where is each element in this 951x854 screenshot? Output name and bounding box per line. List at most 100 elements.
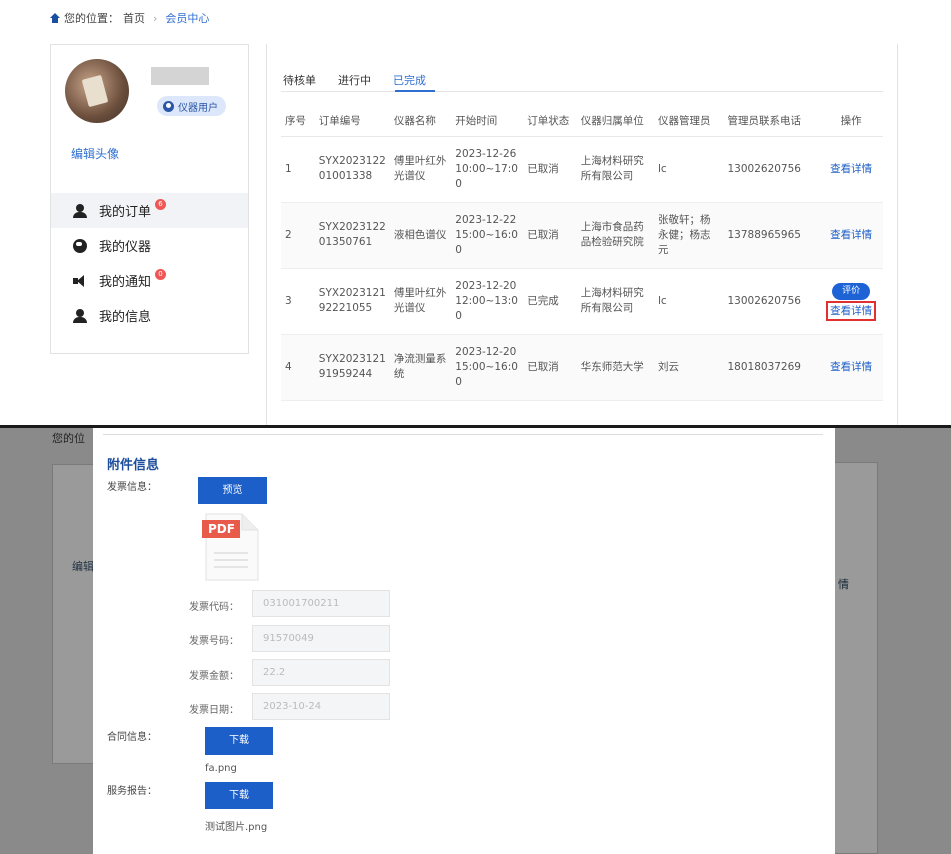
cell-status: 已完成 [523, 268, 577, 335]
sidebar-item-info[interactable]: 我的信息 [51, 298, 248, 333]
cell-order: SYX2023122 01350761 [314, 202, 390, 269]
col-header: 订单状态 [523, 106, 577, 137]
view-detail-link[interactable]: 查看详情 [830, 361, 872, 373]
preview-button[interactable]: 预览 [198, 477, 267, 504]
edit-avatar-link[interactable]: 编辑头像 [71, 145, 119, 162]
invoice-amount-label: 发票金额： [189, 671, 239, 682]
contract-file-name[interactable]: fa.png [205, 763, 237, 774]
speaker-icon [73, 274, 87, 288]
cell-actions: 查看详情 [819, 202, 883, 269]
col-header: 序号 [281, 106, 315, 137]
background-breadcrumb: 您的位 [52, 432, 85, 445]
invoice-code-label: 发票代码： [189, 602, 239, 613]
col-header: 开始时间 [451, 106, 524, 137]
cell-order: SYX2023122 01001338 [314, 136, 390, 203]
cell-phone: 13002620756 [723, 268, 820, 335]
table-row: 1 SYX2023122 01001338 傅里叶红外 光谱仪 2023-12-… [281, 136, 883, 203]
breadcrumb: 您的位置： 首页 › 会员中心 [50, 10, 209, 26]
chevron-right-icon: › [153, 11, 158, 25]
tab-pending[interactable]: 待核单 [283, 72, 316, 88]
role-badge: 仪器用户 [157, 96, 226, 116]
order-list-screen: 您的位置： 首页 › 会员中心 仪器用户 编辑头像 我的订单 6 我的仪器 我的… [0, 0, 951, 467]
cell-no: 4 [281, 334, 315, 401]
cell-phone: 13788965965 [723, 202, 820, 269]
cell-admin: lc [654, 136, 724, 203]
cell-phone: 18018037269 [723, 334, 820, 401]
cell-status: 已取消 [523, 202, 577, 269]
tab-completed[interactable]: 已完成 [393, 72, 426, 88]
col-header: 订单编号 [314, 106, 390, 137]
service-report-label: 服务报告： [107, 786, 157, 797]
tab-in-progress[interactable]: 进行中 [338, 72, 371, 88]
cell-time: 2023-12-26 10:00~17:0 0 [451, 136, 524, 203]
view-detail-link-highlighted[interactable]: 查看详情 [826, 301, 877, 321]
contract-download-button[interactable]: 下载 [205, 727, 273, 755]
user-icon [163, 100, 174, 112]
breadcrumb-home[interactable]: 首页 [123, 10, 145, 26]
evaluate-button[interactable]: 评价 [832, 283, 871, 300]
invoice-number-label: 发票号码： [189, 636, 239, 647]
breadcrumb-current: 会员中心 [165, 12, 210, 25]
col-header: 仪器管理员 [654, 106, 724, 137]
attachment-modal-screen: 您的位 编辑 情 附件信息 发票信息： 预览 PDF 发票代码： 0310017… [0, 428, 951, 854]
member-sidebar: 仪器用户 编辑头像 我的订单 6 我的仪器 我的通知 0 我的信息 [50, 44, 249, 354]
cell-instrument: 净流测量系 统 [389, 334, 452, 401]
modal-title: 附件信息 [107, 458, 160, 473]
cell-actions: 查看详情 [819, 136, 883, 203]
table-row: 3 SYX2023121 92221055 傅里叶红外 光谱仪 2023-12-… [281, 268, 883, 335]
cell-time: 2023-12-22 15:00~16:0 0 [451, 202, 524, 269]
invoice-number-field[interactable]: 91570049 [252, 625, 390, 652]
user-name-redacted [151, 67, 209, 85]
report-file-name[interactable]: 测试图片.png [205, 818, 267, 833]
cell-phone: 13002620756 [723, 136, 820, 203]
invoice-label: 发票信息： [107, 482, 157, 493]
home-icon [50, 13, 60, 23]
active-tab-indicator [395, 90, 435, 92]
invoice-code-field[interactable]: 031001700211 [252, 590, 390, 617]
attachment-modal: 附件信息 发票信息： 预览 PDF 发票代码： 031001700211 发票号… [93, 428, 835, 854]
cell-unit: 上海材料研究 所有限公司 [576, 268, 655, 335]
background-detail-link: 情 [838, 578, 849, 591]
cell-admin: 刘云 [654, 334, 724, 401]
cell-unit: 上海市食品药 品检验研究院 [576, 202, 655, 269]
globe-icon [73, 238, 87, 253]
tab-divider [281, 91, 883, 92]
report-download-button[interactable]: 下载 [205, 782, 273, 809]
sidebar-item-orders[interactable]: 我的订单 6 [51, 193, 248, 228]
pdf-file-icon[interactable]: PDF [202, 512, 259, 581]
modal-top-divider [103, 434, 823, 435]
view-detail-link[interactable]: 查看详情 [830, 163, 872, 175]
col-header: 仪器归属单位 [576, 106, 655, 137]
orders-panel: 待核单 进行中 已完成 序号 订单编号 仪器名称 开始时间 订单状态 仪器归属单… [266, 44, 898, 467]
col-header: 管理员联系电话 [723, 106, 820, 137]
cell-no: 2 [281, 202, 315, 269]
invoice-date-label: 发票日期： [189, 705, 239, 716]
breadcrumb-prefix: 您的位置： [64, 12, 119, 25]
table-row: 4 SYX2023121 91959244 净流测量系 统 2023-12-20… [281, 334, 883, 401]
cell-instrument: 傅里叶红外 光谱仪 [389, 136, 452, 203]
background-edit-link: 编辑 [72, 560, 94, 573]
cell-time: 2023-12-20 15:00~16:0 0 [451, 334, 524, 401]
person-icon [73, 308, 87, 323]
cell-order: SYX2023121 92221055 [314, 268, 390, 335]
sidebar-item-label: 我的通知 [99, 275, 152, 290]
cell-instrument: 傅里叶红外 光谱仪 [389, 268, 452, 335]
cell-unit: 上海材料研究 所有限公司 [576, 136, 655, 203]
cell-actions: 评价 查看详情 [819, 268, 883, 335]
order-tabs: 待核单 进行中 已完成 [283, 72, 426, 88]
sidebar-item-instruments[interactable]: 我的仪器 [51, 228, 248, 263]
sidebar-item-label: 我的信息 [99, 310, 152, 325]
sidebar-item-notifications[interactable]: 我的通知 0 [51, 263, 248, 298]
col-header: 操作 [819, 106, 883, 137]
table-row: 2 SYX2023122 01350761 液相色谱仪 2023-12-22 1… [281, 202, 883, 269]
sidebar-menu: 我的订单 6 我的仪器 我的通知 0 我的信息 [51, 193, 248, 333]
view-detail-link[interactable]: 查看详情 [830, 229, 872, 241]
table-header-row: 序号 订单编号 仪器名称 开始时间 订单状态 仪器归属单位 仪器管理员 管理员联… [281, 106, 883, 137]
role-badge-label: 仪器用户 [178, 102, 218, 114]
invoice-amount-field[interactable]: 22.2 [252, 659, 390, 686]
avatar [65, 59, 129, 123]
notification-count-badge: 0 [155, 269, 167, 280]
invoice-date-field[interactable]: 2023-10-24 [252, 693, 390, 720]
cell-no: 1 [281, 136, 315, 203]
contract-label: 合同信息： [107, 732, 157, 743]
